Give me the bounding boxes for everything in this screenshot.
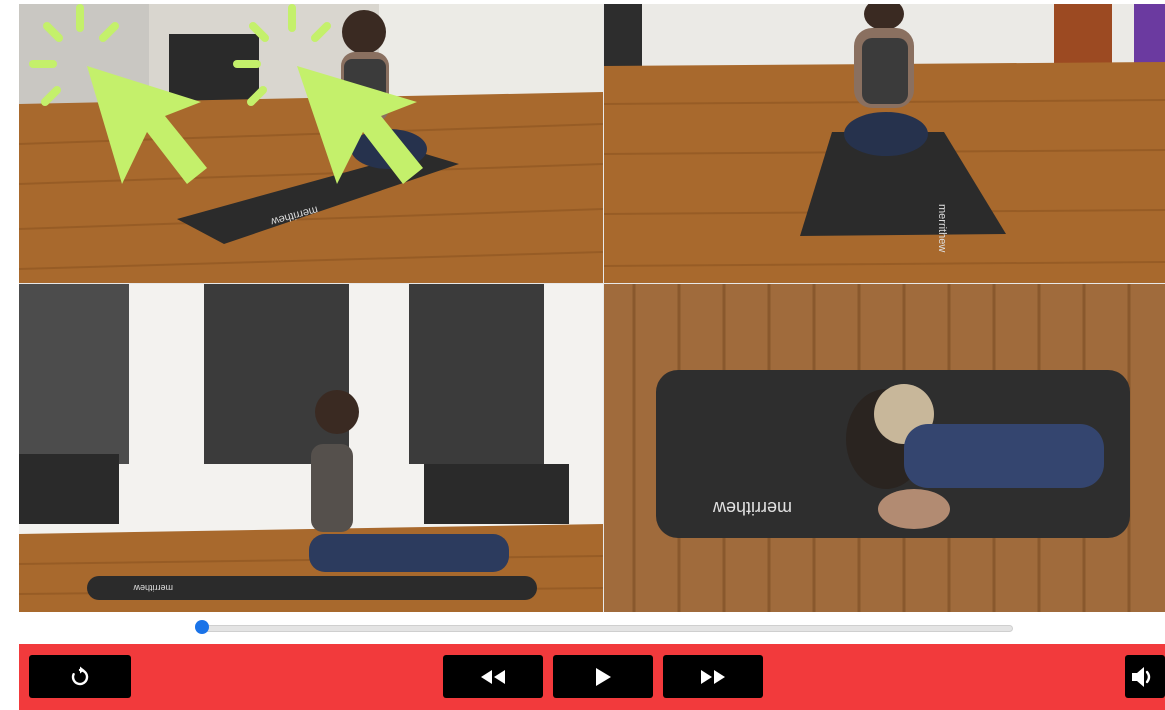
rewind-icon bbox=[480, 669, 506, 685]
progress-thumb[interactable] bbox=[195, 620, 209, 634]
fast-forward-icon bbox=[700, 669, 726, 685]
video-pane-front-left[interactable]: merrithew bbox=[19, 4, 603, 283]
mat-logo-text: merrithew bbox=[133, 583, 173, 593]
cursor-overlay bbox=[29, 4, 423, 184]
cursor-icon bbox=[233, 4, 423, 184]
restart-icon bbox=[69, 666, 91, 688]
volume-button[interactable] bbox=[1125, 655, 1165, 698]
progress-track[interactable] bbox=[201, 625, 1013, 632]
cursor-icon bbox=[29, 4, 207, 184]
play-button[interactable] bbox=[553, 655, 653, 698]
control-bar bbox=[19, 644, 1165, 710]
fast-forward-button[interactable] bbox=[663, 655, 763, 698]
progress-bar[interactable] bbox=[19, 612, 1165, 644]
mat-logo-text: merrithew bbox=[936, 204, 948, 252]
video-pane-top-down[interactable]: merrithew bbox=[604, 284, 1165, 613]
multi-angle-video-grid[interactable]: merrithew merrithew merrithew merrithew bbox=[19, 4, 1165, 613]
restart-button[interactable] bbox=[29, 655, 131, 698]
volume-icon bbox=[1131, 666, 1157, 688]
rewind-button[interactable] bbox=[443, 655, 543, 698]
video-player: merrithew merrithew merrithew merrithew bbox=[0, 0, 1165, 710]
video-pane-rear[interactable]: merrithew bbox=[604, 4, 1165, 283]
mat-logo-text: merrithew bbox=[712, 498, 792, 518]
play-icon bbox=[594, 667, 612, 687]
video-pane-side[interactable]: merrithew bbox=[19, 284, 603, 613]
